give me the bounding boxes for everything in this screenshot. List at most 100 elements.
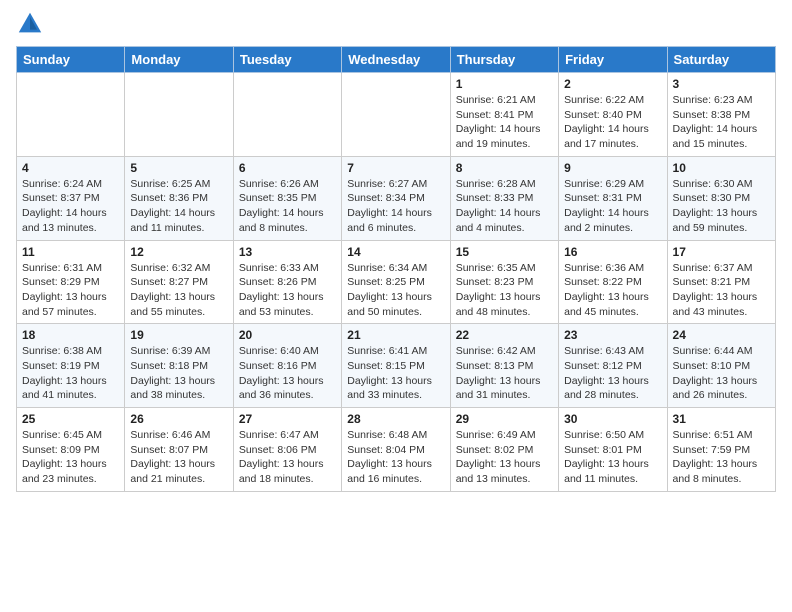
day-number: 1 (456, 77, 553, 91)
day-cell-11: 11Sunrise: 6:31 AMSunset: 8:29 PMDayligh… (17, 240, 125, 324)
day-info: Sunrise: 6:40 AMSunset: 8:16 PMDaylight:… (239, 344, 336, 403)
day-number: 10 (673, 161, 770, 175)
day-cell-10: 10 Sunrise: 6:30 AMSunset: 8:30 PMDayligh… (667, 156, 775, 240)
day-info: Sunrise: 6:34 AMSunset: 8:25 PMDaylight:… (347, 261, 444, 320)
day-cell-6: 6 Sunrise: 6:26 AMSunset: 8:35 PMDaylight… (233, 156, 341, 240)
day-info: Sunrise: 6:42 AMSunset: 8:13 PMDaylight:… (456, 344, 553, 403)
day-cell-3: 3 Sunrise: 6:23 AMSunset: 8:38 PMDaylight… (667, 73, 775, 157)
day-cell-23: 23 Sunrise: 6:43 AMSunset: 8:12 PMDayligh… (559, 324, 667, 408)
day-info: Sunrise: 6:39 AMSunset: 8:18 PMDaylight:… (130, 344, 227, 403)
day-info: Sunrise: 6:21 AMSunset: 8:41 PMDaylight:… (456, 93, 553, 152)
day-header-sunday: Sunday (17, 47, 125, 73)
logo-icon (16, 10, 44, 38)
day-info: Sunrise: 6:43 AMSunset: 8:12 PMDaylight:… (564, 344, 661, 403)
header (16, 10, 776, 38)
day-info: Sunrise: 6:30 AMSunset: 8:30 PMDaylight:… (673, 177, 770, 236)
day-number: 30 (564, 412, 661, 426)
day-number: 29 (456, 412, 553, 426)
week-row-5: 25 Sunrise: 6:45 AMSunset: 8:09 PMDayligh… (17, 408, 776, 492)
day-info: Sunrise: 6:28 AMSunset: 8:33 PMDaylight:… (456, 177, 553, 236)
day-cell-16: 16 Sunrise: 6:36 AMSunset: 8:22 PMDayligh… (559, 240, 667, 324)
day-number: 14 (347, 245, 444, 259)
day-number: 28 (347, 412, 444, 426)
day-info: Sunrise: 6:27 AMSunset: 8:34 PMDaylight:… (347, 177, 444, 236)
day-cell-28: 28 Sunrise: 6:48 AMSunset: 8:04 PMDayligh… (342, 408, 450, 492)
day-cell-29: 29 Sunrise: 6:49 AMSunset: 8:02 PMDayligh… (450, 408, 558, 492)
day-cell-25: 25 Sunrise: 6:45 AMSunset: 8:09 PMDayligh… (17, 408, 125, 492)
day-number: 3 (673, 77, 770, 91)
day-info: Sunrise: 6:35 AMSunset: 8:23 PMDaylight:… (456, 261, 553, 320)
week-row-2: 4 Sunrise: 6:24 AMSunset: 8:37 PMDaylight… (17, 156, 776, 240)
day-number: 9 (564, 161, 661, 175)
day-info: Sunrise: 6:47 AMSunset: 8:06 PMDaylight:… (239, 428, 336, 487)
day-number: 22 (456, 328, 553, 342)
day-cell-27: 27 Sunrise: 6:47 AMSunset: 8:06 PMDayligh… (233, 408, 341, 492)
page: SundayMondayTuesdayWednesdayThursdayFrid… (0, 0, 792, 502)
empty-cell (342, 73, 450, 157)
day-number: 6 (239, 161, 336, 175)
week-row-3: 11Sunrise: 6:31 AMSunset: 8:29 PMDayligh… (17, 240, 776, 324)
week-row-4: 18 Sunrise: 6:38 AMSunset: 8:19 PMDayligh… (17, 324, 776, 408)
day-cell-12: 12 Sunrise: 6:32 AMSunset: 8:27 PMDayligh… (125, 240, 233, 324)
day-number: 15 (456, 245, 553, 259)
empty-cell (125, 73, 233, 157)
day-info: Sunrise: 6:25 AMSunset: 8:36 PMDaylight:… (130, 177, 227, 236)
day-info: Sunrise: 6:50 AMSunset: 8:01 PMDaylight:… (564, 428, 661, 487)
day-number: 26 (130, 412, 227, 426)
day-number: 16 (564, 245, 661, 259)
day-cell-9: 9 Sunrise: 6:29 AMSunset: 8:31 PMDaylight… (559, 156, 667, 240)
day-info: Sunrise: 6:51 AMSunset: 7:59 PMDaylight:… (673, 428, 770, 487)
day-number: 19 (130, 328, 227, 342)
day-cell-14: 14 Sunrise: 6:34 AMSunset: 8:25 PMDayligh… (342, 240, 450, 324)
day-cell-15: 15 Sunrise: 6:35 AMSunset: 8:23 PMDayligh… (450, 240, 558, 324)
day-info: Sunrise: 6:49 AMSunset: 8:02 PMDaylight:… (456, 428, 553, 487)
day-number: 20 (239, 328, 336, 342)
day-number: 7 (347, 161, 444, 175)
day-header-wednesday: Wednesday (342, 47, 450, 73)
day-number: 2 (564, 77, 661, 91)
day-info: Sunrise: 6:37 AMSunset: 8:21 PMDaylight:… (673, 261, 770, 320)
day-cell-8: 8Sunrise: 6:28 AMSunset: 8:33 PMDaylight… (450, 156, 558, 240)
day-cell-21: 21 Sunrise: 6:41 AMSunset: 8:15 PMDayligh… (342, 324, 450, 408)
day-number: 24 (673, 328, 770, 342)
day-info: Sunrise: 6:31 AMSunset: 8:29 PMDaylight:… (22, 261, 119, 320)
day-cell-19: 19 Sunrise: 6:39 AMSunset: 8:18 PMDayligh… (125, 324, 233, 408)
day-info: Sunrise: 6:36 AMSunset: 8:22 PMDaylight:… (564, 261, 661, 320)
logo (16, 10, 48, 38)
day-cell-30: 30 Sunrise: 6:50 AMSunset: 8:01 PMDayligh… (559, 408, 667, 492)
day-cell-18: 18 Sunrise: 6:38 AMSunset: 8:19 PMDayligh… (17, 324, 125, 408)
day-info: Sunrise: 6:46 AMSunset: 8:07 PMDaylight:… (130, 428, 227, 487)
day-number: 17 (673, 245, 770, 259)
day-info: Sunrise: 6:24 AMSunset: 8:37 PMDaylight:… (22, 177, 119, 236)
day-number: 21 (347, 328, 444, 342)
day-number: 4 (22, 161, 119, 175)
day-info: Sunrise: 6:41 AMSunset: 8:15 PMDaylight:… (347, 344, 444, 403)
calendar: SundayMondayTuesdayWednesdayThursdayFrid… (16, 46, 776, 492)
day-info: Sunrise: 6:23 AMSunset: 8:38 PMDaylight:… (673, 93, 770, 152)
day-info: Sunrise: 6:26 AMSunset: 8:35 PMDaylight:… (239, 177, 336, 236)
day-number: 12 (130, 245, 227, 259)
day-header-monday: Monday (125, 47, 233, 73)
day-info: Sunrise: 6:48 AMSunset: 8:04 PMDaylight:… (347, 428, 444, 487)
header-row: SundayMondayTuesdayWednesdayThursdayFrid… (17, 47, 776, 73)
day-cell-26: 26 Sunrise: 6:46 AMSunset: 8:07 PMDayligh… (125, 408, 233, 492)
day-info: Sunrise: 6:45 AMSunset: 8:09 PMDaylight:… (22, 428, 119, 487)
day-number: 27 (239, 412, 336, 426)
day-info: Sunrise: 6:38 AMSunset: 8:19 PMDaylight:… (22, 344, 119, 403)
day-info: Sunrise: 6:33 AMSunset: 8:26 PMDaylight:… (239, 261, 336, 320)
week-row-1: 1 Sunrise: 6:21 AMSunset: 8:41 PMDaylight… (17, 73, 776, 157)
day-cell-13: 13 Sunrise: 6:33 AMSunset: 8:26 PMDayligh… (233, 240, 341, 324)
empty-cell (17, 73, 125, 157)
day-cell-4: 4 Sunrise: 6:24 AMSunset: 8:37 PMDaylight… (17, 156, 125, 240)
day-header-friday: Friday (559, 47, 667, 73)
day-cell-17: 17 Sunrise: 6:37 AMSunset: 8:21 PMDayligh… (667, 240, 775, 324)
day-cell-31: 31 Sunrise: 6:51 AMSunset: 7:59 PMDayligh… (667, 408, 775, 492)
day-header-tuesday: Tuesday (233, 47, 341, 73)
day-number: 18 (22, 328, 119, 342)
day-number: 23 (564, 328, 661, 342)
day-number: 25 (22, 412, 119, 426)
day-info: Sunrise: 6:29 AMSunset: 8:31 PMDaylight:… (564, 177, 661, 236)
day-info: Sunrise: 6:32 AMSunset: 8:27 PMDaylight:… (130, 261, 227, 320)
day-number: 31 (673, 412, 770, 426)
day-number: 13 (239, 245, 336, 259)
